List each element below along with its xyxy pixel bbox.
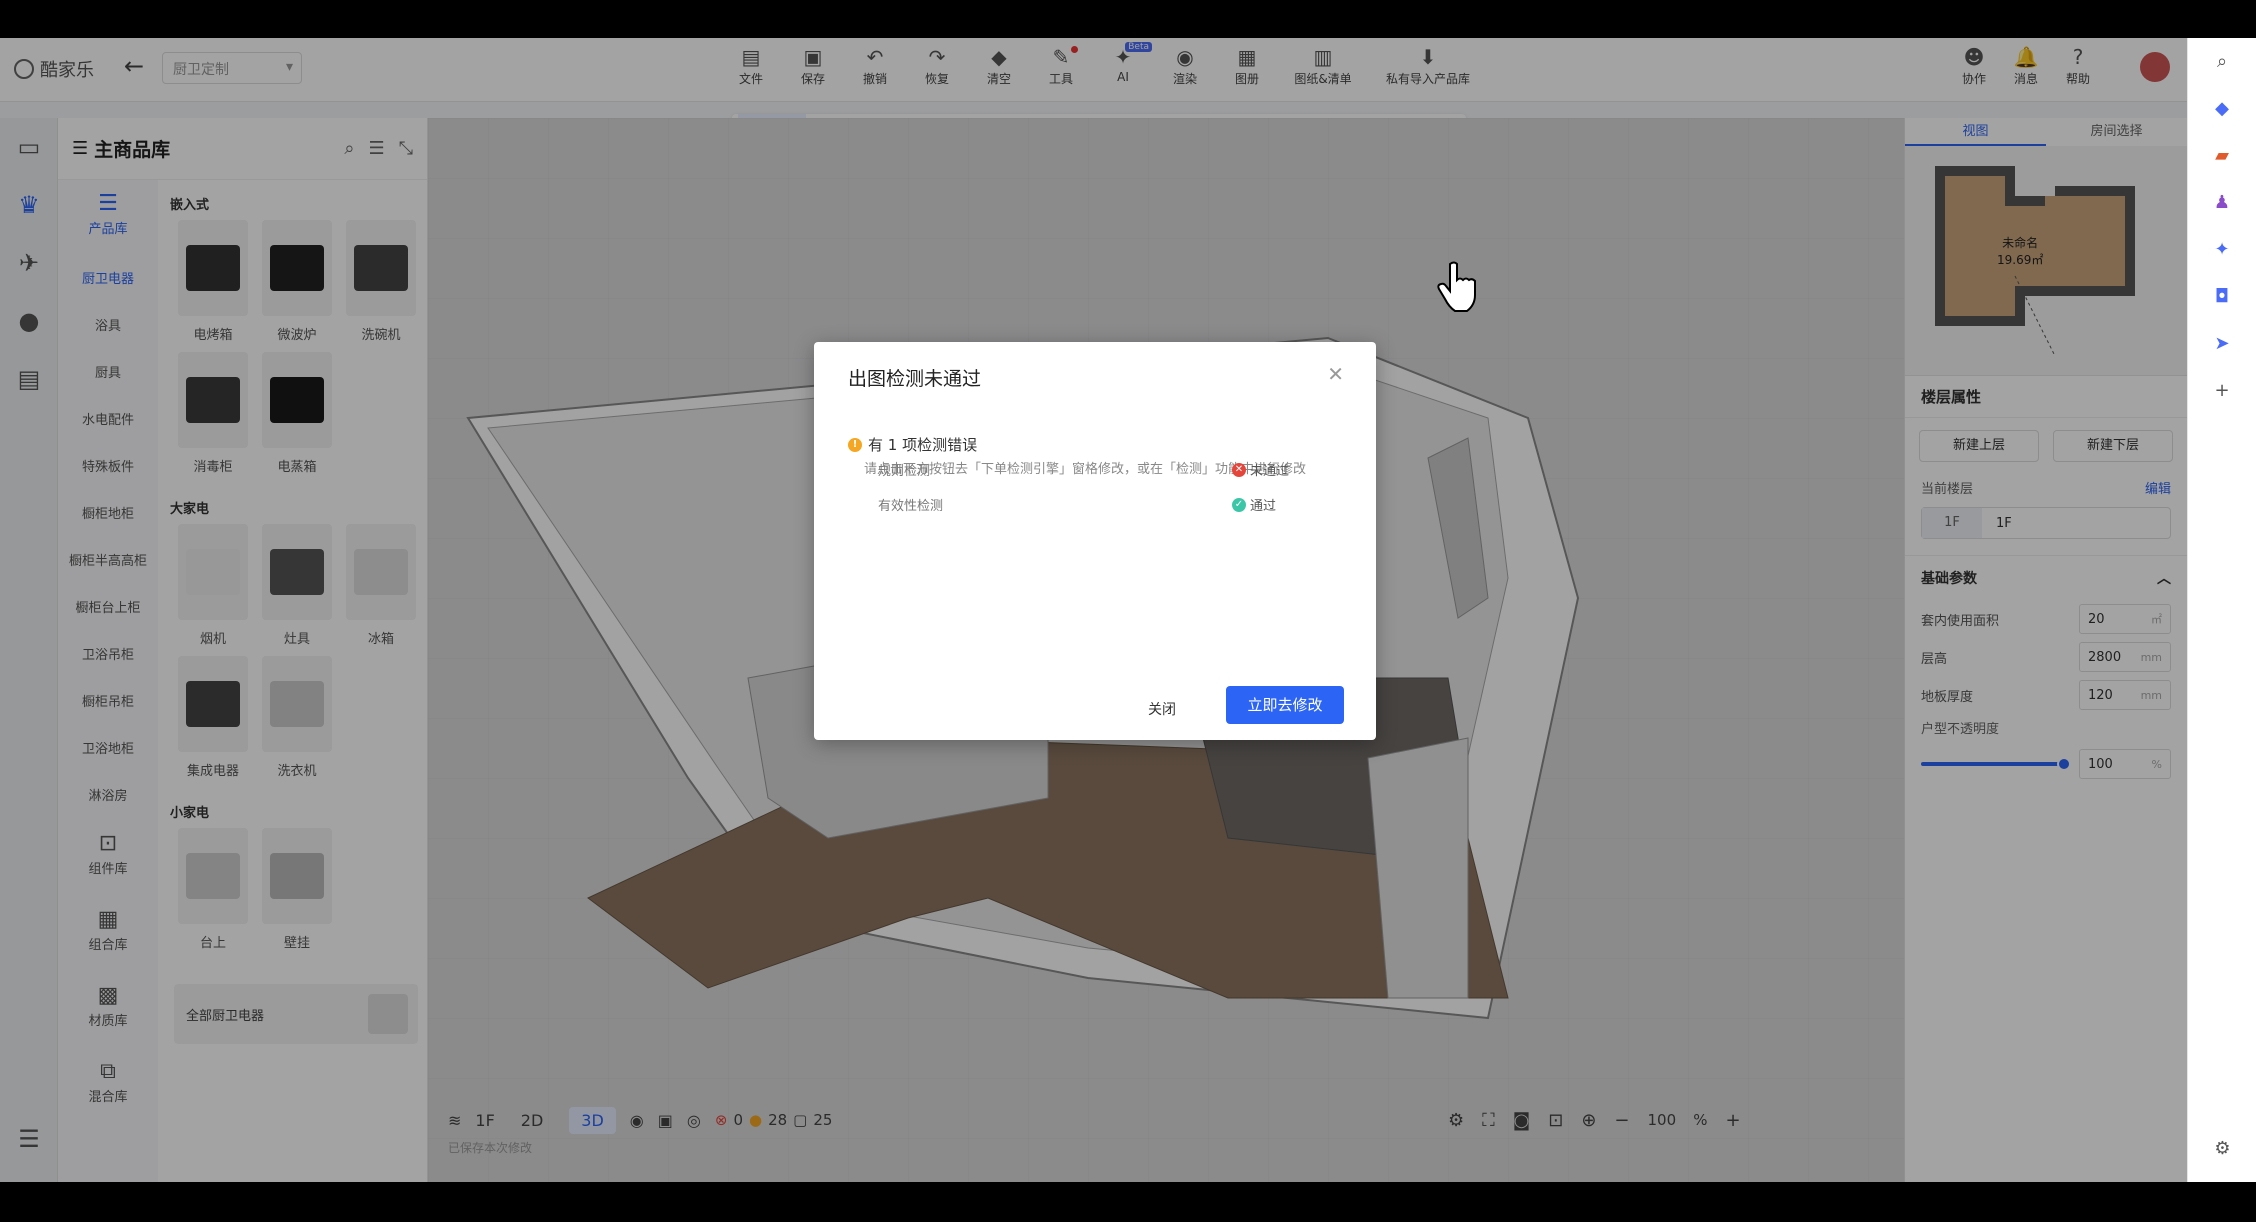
plus-icon[interactable]: + [2188,367,2256,414]
close-button[interactable]: 关闭 [1128,692,1196,728]
search-icon[interactable]: ⌕ [2188,38,2256,85]
check-status-text: 通过 [1250,499,1277,514]
check-name: 规则检测 [878,464,931,479]
close-icon[interactable]: ✕ [1327,362,1344,386]
check-status: ✕ 未通过 [1232,460,1289,479]
check-status: ✓ 通过 [1232,495,1276,514]
settings-icon[interactable]: ⚙ [2188,1125,2256,1172]
dialog-title: 出图检测未通过 [848,368,982,390]
warning-line: ! 有 1 项检测错误 [848,434,977,455]
hand-cursor-icon [1437,261,1476,312]
check-name: 有效性检测 [878,499,944,514]
warning-text: 有 1 项检测错误 [868,436,978,454]
toolbox-icon[interactable]: ▰ [2188,132,2256,179]
pass-icon: ✓ [1232,497,1246,512]
copilot-icon[interactable]: ✦ [2188,226,2256,273]
external-rail: ⌕ ◆ ▰ ♟ ✦ ◘ ➤ + ⚙ [2187,38,2256,1182]
tag-icon[interactable]: ◆ [2188,85,2256,132]
check-failed-dialog: 出图检测未通过 ✕ ! 有 1 项检测错误 请点击下方按钮去「下单检测引擎」窗格修… [814,342,1376,740]
chess-icon[interactable]: ♟ [2188,179,2256,226]
send-icon[interactable]: ➤ [2188,320,2256,367]
check-status-text: 未通过 [1250,464,1290,479]
app-window: 酷家乐 ← 厨卫定制 ▤文件▣保存↶撤销↷恢复◆清空✎工具✦AIBeta◉渲染▦… [0,38,2256,1182]
fail-icon: ✕ [1232,462,1246,477]
warning-icon: ! [848,437,862,452]
outlook-icon[interactable]: ◘ [2188,273,2256,320]
fix-now-button[interactable]: 立即去修改 [1226,686,1344,724]
